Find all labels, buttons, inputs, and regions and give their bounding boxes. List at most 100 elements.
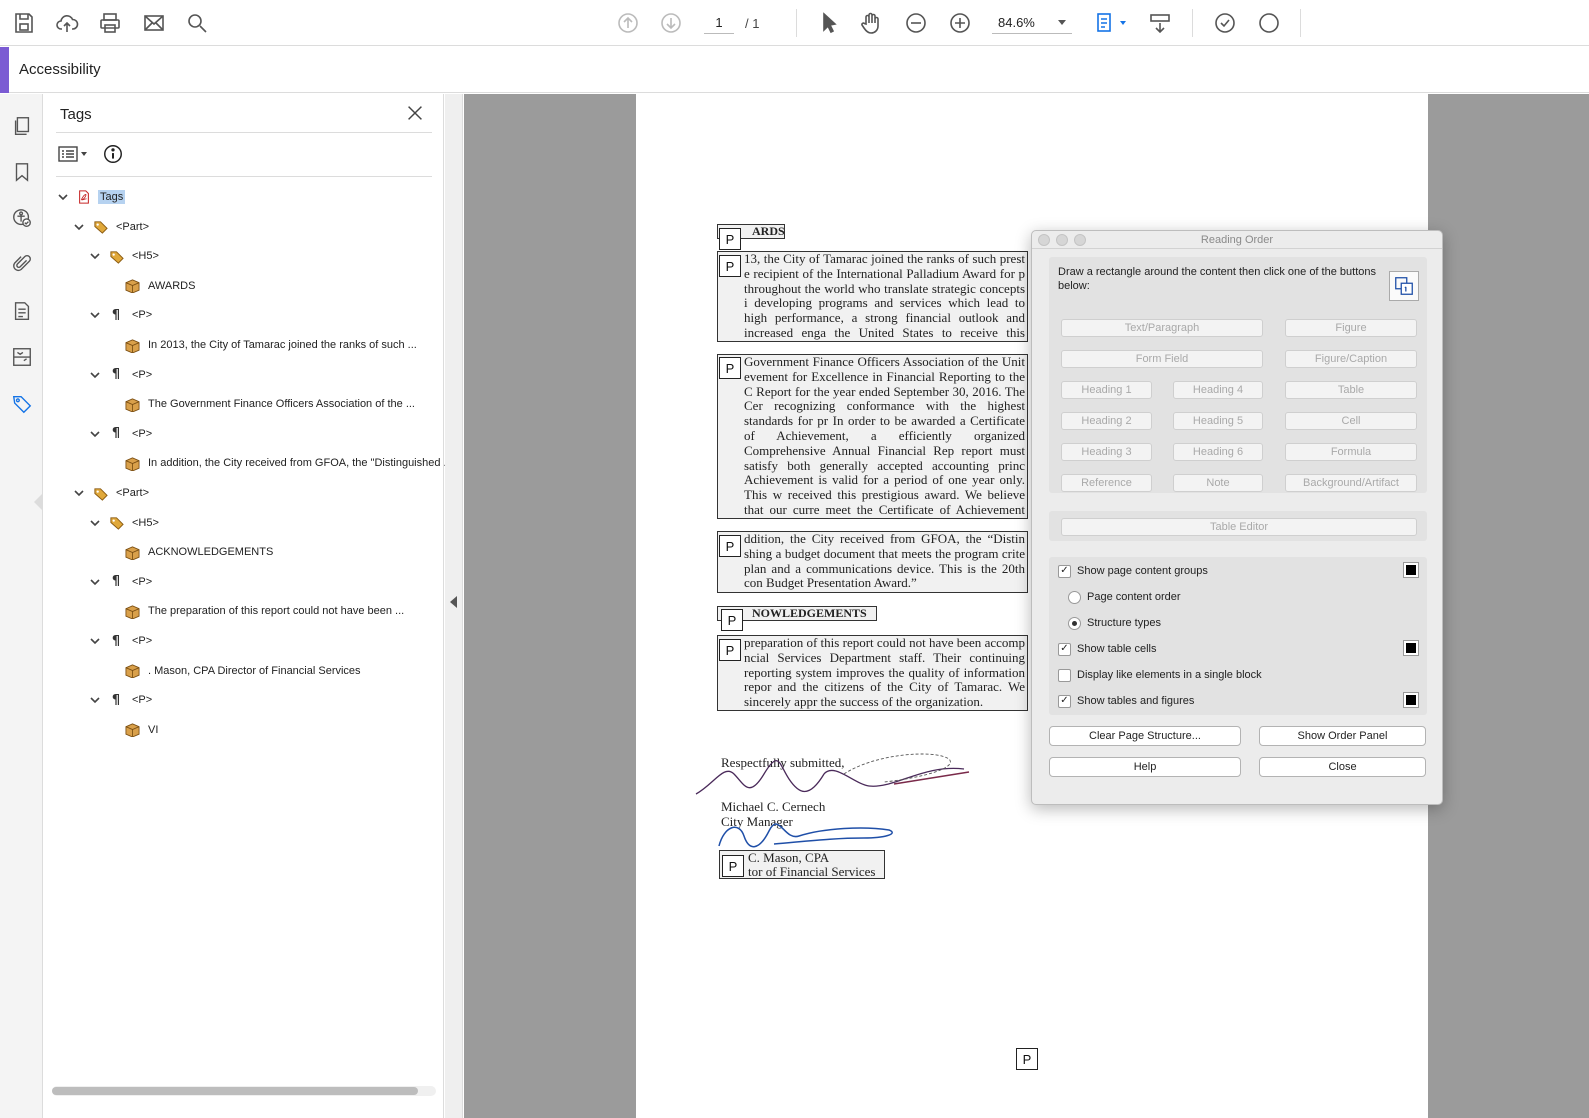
figure-caption-button[interactable]: Figure/Caption bbox=[1285, 350, 1417, 368]
show-page-content-groups-option[interactable]: ✓ Show page content groups bbox=[1058, 563, 1208, 579]
tag-tree-node[interactable]: ¶ <P> bbox=[88, 689, 154, 711]
chevron-down-icon[interactable] bbox=[88, 516, 102, 530]
accessibility-checker-icon[interactable] bbox=[8, 204, 36, 232]
p-tag-marker[interactable]: P bbox=[722, 855, 744, 877]
save-icon[interactable] bbox=[10, 9, 38, 37]
zoom-window-icon[interactable] bbox=[1074, 234, 1086, 246]
background-artifact-button[interactable]: Background/Artifact bbox=[1285, 474, 1417, 492]
chevron-down-icon[interactable] bbox=[88, 634, 102, 648]
close-icon[interactable] bbox=[404, 102, 428, 126]
p-tag-marker[interactable]: P bbox=[721, 609, 743, 631]
paragraph-block[interactable]: Government Finance Officers Association … bbox=[717, 354, 1028, 519]
tag-tree-node[interactable]: ACKNOWLEDGEMENTS bbox=[124, 541, 275, 563]
reference-button[interactable]: Reference bbox=[1061, 474, 1152, 492]
minimize-window-icon[interactable] bbox=[1056, 234, 1068, 246]
page-content-order-option[interactable]: Page content order bbox=[1068, 589, 1181, 605]
tag-tree-node[interactable]: <Part> bbox=[72, 482, 151, 504]
zoom-in-icon[interactable] bbox=[946, 9, 974, 37]
form-field-button[interactable]: Form Field bbox=[1061, 350, 1263, 368]
horizontal-scrollbar[interactable] bbox=[52, 1086, 436, 1096]
tag-tree-node[interactable]: ¶ <P> bbox=[88, 364, 154, 386]
scrollbar-thumb[interactable] bbox=[52, 1087, 418, 1095]
table-cells-color-swatch[interactable] bbox=[1403, 640, 1419, 656]
tag-tree-node[interactable]: In 2013, the City of Tamarac joined the … bbox=[124, 334, 419, 356]
chevron-down-icon[interactable] bbox=[88, 249, 102, 263]
p-tag-marker[interactable]: P bbox=[719, 535, 741, 557]
tags-options-menu[interactable] bbox=[58, 142, 94, 166]
tag-tree-node[interactable]: ¶ <P> bbox=[88, 571, 154, 593]
tag-tree-node[interactable]: VI bbox=[124, 719, 160, 741]
chevron-down-icon[interactable] bbox=[88, 575, 102, 589]
structure-types-option[interactable]: Structure types bbox=[1068, 615, 1161, 631]
tags-icon[interactable] bbox=[8, 390, 36, 418]
order-icon[interactable] bbox=[8, 343, 36, 371]
content-groups-color-swatch[interactable] bbox=[1403, 562, 1419, 578]
paragraph-block[interactable]: ddition, the City received from GFOA, th… bbox=[717, 531, 1028, 593]
check-circle-icon[interactable] bbox=[1211, 9, 1239, 37]
attachments-icon[interactable] bbox=[8, 250, 36, 278]
page-content-order-radio[interactable] bbox=[1068, 590, 1081, 604]
figure-button[interactable]: Figure bbox=[1285, 319, 1417, 337]
tag-tree-node[interactable]: ¶ <P> bbox=[88, 630, 154, 652]
structure-types-radio[interactable] bbox=[1068, 616, 1081, 630]
search-icon[interactable] bbox=[183, 9, 211, 37]
clear-page-structure-button[interactable]: Clear Page Structure... bbox=[1049, 726, 1241, 746]
note-button[interactable]: Note bbox=[1173, 474, 1263, 492]
show-table-cells-option[interactable]: ✓ Show table cells bbox=[1058, 641, 1157, 657]
p-tag-marker[interactable]: P bbox=[1016, 1048, 1038, 1070]
heading-2-button[interactable]: Heading 2 bbox=[1061, 412, 1152, 430]
show-table-cells-checkbox[interactable]: ✓ bbox=[1058, 642, 1071, 656]
email-icon[interactable] bbox=[140, 9, 168, 37]
p-tag-marker[interactable]: P bbox=[719, 357, 741, 379]
cloud-upload-icon[interactable] bbox=[53, 9, 81, 37]
chevron-down-icon[interactable] bbox=[56, 190, 70, 204]
heading-1-button[interactable]: Heading 1 bbox=[1061, 381, 1152, 399]
paragraph-block[interactable]: 13, the City of Tamarac joined the ranks… bbox=[717, 251, 1028, 342]
info-icon[interactable] bbox=[102, 143, 126, 167]
page-thumbnails-icon[interactable] bbox=[8, 112, 36, 140]
insert-structure-icon[interactable] bbox=[1389, 271, 1419, 301]
tag-tree-node[interactable]: AWARDS bbox=[124, 275, 197, 297]
help-button[interactable]: Help bbox=[1049, 757, 1241, 777]
chevron-down-icon[interactable] bbox=[72, 220, 86, 234]
chevron-down-icon[interactable] bbox=[88, 308, 102, 322]
content-icon[interactable] bbox=[8, 297, 36, 325]
tag-tree-node[interactable]: ¶ <P> bbox=[88, 423, 154, 445]
p-tag-marker[interactable]: P bbox=[719, 228, 741, 250]
zoom-select[interactable]: 84.6% bbox=[992, 12, 1072, 34]
heading-5-button[interactable]: Heading 5 bbox=[1173, 412, 1263, 430]
text-paragraph-button[interactable]: Text/Paragraph bbox=[1061, 319, 1263, 337]
table-button[interactable]: Table bbox=[1285, 381, 1417, 399]
page-number-input[interactable] bbox=[704, 12, 734, 34]
tag-tree-node[interactable]: <H5> bbox=[88, 245, 161, 267]
show-page-content-groups-checkbox[interactable]: ✓ bbox=[1058, 564, 1071, 578]
p-tag-marker[interactable]: P bbox=[719, 255, 741, 277]
tag-tree-node[interactable]: . Mason, CPA Director of Financial Servi… bbox=[124, 660, 363, 682]
chevron-down-icon[interactable] bbox=[88, 368, 102, 382]
show-tables-and-figures-checkbox[interactable]: ✓ bbox=[1058, 694, 1071, 708]
collapse-panel-icon[interactable] bbox=[450, 596, 457, 608]
paragraph-block[interactable]: preparation of this report could not hav… bbox=[717, 635, 1028, 711]
circle-icon[interactable] bbox=[1255, 9, 1283, 37]
p-tag-marker[interactable]: P bbox=[719, 639, 741, 661]
tag-tree-node[interactable]: The preparation of this report could not… bbox=[124, 600, 406, 622]
heading-3-button[interactable]: Heading 3 bbox=[1061, 443, 1152, 461]
tag-tree-node[interactable]: <H5> bbox=[88, 512, 161, 534]
tag-tree-node[interactable]: ¶ <P> bbox=[88, 304, 154, 326]
print-icon[interactable] bbox=[96, 9, 124, 37]
page-display-icon[interactable] bbox=[1090, 9, 1130, 37]
chevron-down-icon[interactable] bbox=[88, 427, 102, 441]
chevron-down-icon[interactable] bbox=[88, 693, 102, 707]
select-pointer-icon[interactable] bbox=[815, 9, 843, 37]
bookmarks-icon[interactable] bbox=[8, 158, 36, 186]
show-tables-and-figures-option[interactable]: ✓ Show tables and figures bbox=[1058, 693, 1194, 709]
tag-tree-node[interactable]: The Government Finance Officers Associat… bbox=[124, 393, 417, 415]
table-editor-button[interactable]: Table Editor bbox=[1061, 518, 1417, 536]
formula-button[interactable]: Formula bbox=[1285, 443, 1417, 461]
previous-page-icon[interactable] bbox=[614, 9, 642, 37]
cell-button[interactable]: Cell bbox=[1285, 412, 1417, 430]
show-order-panel-button[interactable]: Show Order Panel bbox=[1259, 726, 1426, 746]
scrolling-mode-icon[interactable] bbox=[1146, 9, 1174, 37]
next-page-icon[interactable] bbox=[657, 9, 685, 37]
tag-tree-node[interactable]: In addition, the City received from GFOA… bbox=[124, 452, 449, 474]
